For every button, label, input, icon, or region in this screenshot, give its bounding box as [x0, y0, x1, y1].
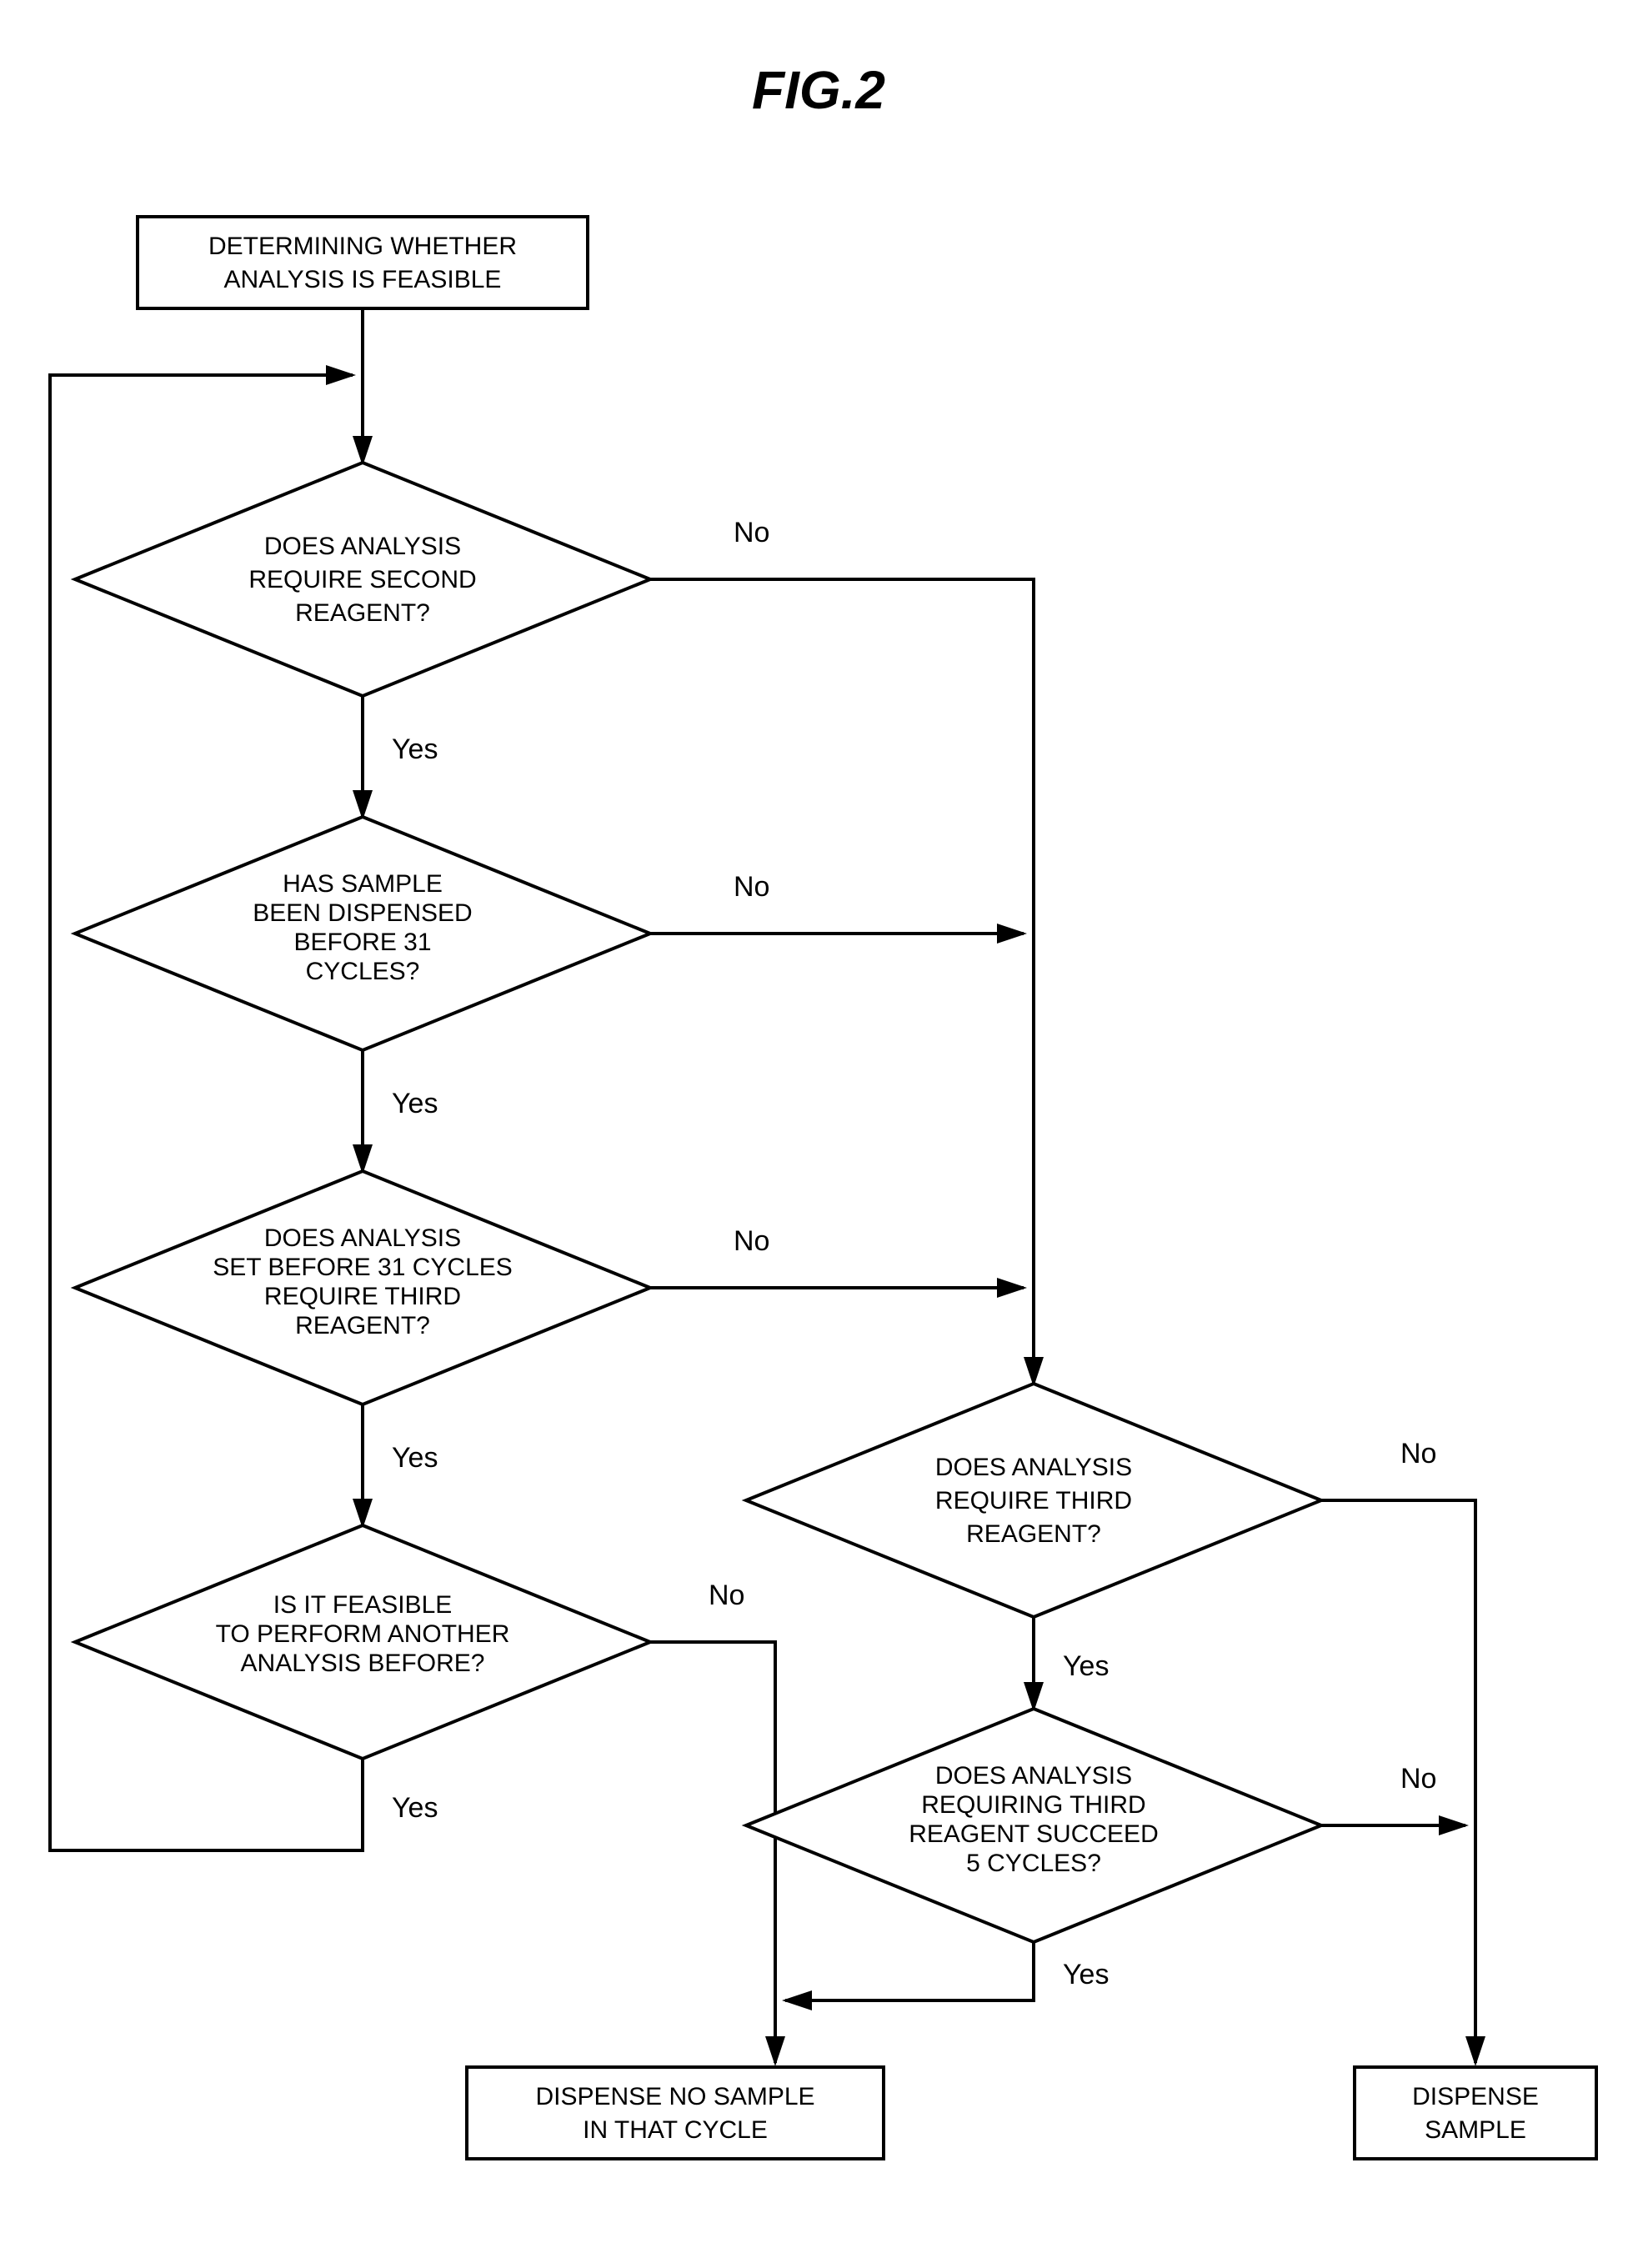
decision-set-before-31-require-third: DOES ANALYSIS SET BEFORE 31 CYCLES REQUI…	[75, 1171, 650, 1404]
svg-text:REAGENT?: REAGENT?	[295, 599, 430, 627]
svg-text:TO PERFORM ANOTHER: TO PERFORM ANOTHER	[216, 1620, 510, 1648]
start-box: DETERMINING WHETHER ANALYSIS IS FEASIBLE	[138, 217, 588, 308]
edge-label-yes: Yes	[392, 1088, 438, 1119]
svg-text:5 CYCLES?: 5 CYCLES?	[966, 1850, 1101, 1877]
flowchart: FIG.2 DETERMINING WHETHER ANALYSIS IS FE…	[0, 0, 1638, 2268]
svg-text:BEEN DISPENSED: BEEN DISPENSED	[253, 899, 472, 927]
svg-text:REQUIRE SECOND: REQUIRE SECOND	[248, 566, 476, 593]
svg-text:REAGENT?: REAGENT?	[295, 1312, 430, 1339]
svg-text:REQUIRE THIRD: REQUIRE THIRD	[935, 1487, 1132, 1515]
edge-label-no: No	[734, 517, 769, 548]
decision-feasible-another-analysis: IS IT FEASIBLE TO PERFORM ANOTHER ANALYS…	[75, 1525, 650, 1759]
edge-label-no: No	[734, 1225, 769, 1257]
edge-label-yes: Yes	[392, 1792, 438, 1824]
edge-label-yes: Yes	[1063, 1650, 1109, 1682]
edge-label-no: No	[734, 871, 769, 903]
svg-text:HAS SAMPLE: HAS SAMPLE	[283, 870, 443, 898]
decision-require-third-reagent: DOES ANALYSIS REQUIRE THIRD REAGENT?	[746, 1384, 1321, 1617]
edge-label-yes: Yes	[392, 733, 438, 765]
terminal-dispense-sample: DISPENSE SAMPLE	[1355, 2067, 1596, 2159]
svg-text:ANALYSIS BEFORE?: ANALYSIS BEFORE?	[241, 1650, 485, 1677]
svg-text:BEFORE 31: BEFORE 31	[293, 929, 431, 956]
edge-label-no: No	[1400, 1438, 1436, 1469]
terminal-dispense-no-sample: DISPENSE NO SAMPLE IN THAT CYCLE	[467, 2067, 884, 2159]
svg-text:SAMPLE: SAMPLE	[1425, 2116, 1526, 2144]
svg-text:DISPENSE NO SAMPLE: DISPENSE NO SAMPLE	[535, 2083, 814, 2110]
svg-text:DOES ANALYSIS: DOES ANALYSIS	[264, 533, 461, 560]
edge-label-no: No	[1400, 1763, 1436, 1795]
svg-text:DOES ANALYSIS: DOES ANALYSIS	[264, 1224, 461, 1252]
edge-label-no: No	[709, 1580, 744, 1611]
svg-text:REQUIRING THIRD: REQUIRING THIRD	[921, 1791, 1145, 1819]
svg-text:CYCLES?: CYCLES?	[306, 958, 420, 985]
svg-text:IS IT FEASIBLE: IS IT FEASIBLE	[273, 1591, 453, 1619]
svg-text:ANALYSIS IS FEASIBLE: ANALYSIS IS FEASIBLE	[224, 266, 502, 293]
decision-require-second-reagent: DOES ANALYSIS REQUIRE SECOND REAGENT?	[75, 463, 650, 696]
figure-title: FIG.2	[752, 60, 885, 120]
decision-third-reagent-succeed-5: DOES ANALYSIS REQUIRING THIRD REAGENT SU…	[746, 1709, 1321, 1942]
svg-text:DETERMINING WHETHER: DETERMINING WHETHER	[208, 233, 517, 260]
svg-text:DISPENSE: DISPENSE	[1412, 2083, 1539, 2110]
svg-text:SET BEFORE 31 CYCLES: SET BEFORE 31 CYCLES	[213, 1254, 513, 1281]
svg-text:IN THAT CYCLE: IN THAT CYCLE	[583, 2116, 768, 2144]
edge-label-yes: Yes	[392, 1442, 438, 1474]
svg-text:REAGENT?: REAGENT?	[966, 1520, 1101, 1548]
decision-dispensed-before-31: HAS SAMPLE BEEN DISPENSED BEFORE 31 CYCL…	[75, 817, 650, 1050]
svg-text:DOES ANALYSIS: DOES ANALYSIS	[935, 1454, 1132, 1481]
edge-label-yes: Yes	[1063, 1959, 1109, 1990]
svg-text:DOES ANALYSIS: DOES ANALYSIS	[935, 1762, 1132, 1790]
svg-text:REAGENT SUCCEED: REAGENT SUCCEED	[909, 1820, 1159, 1848]
svg-text:REQUIRE THIRD: REQUIRE THIRD	[264, 1283, 461, 1310]
